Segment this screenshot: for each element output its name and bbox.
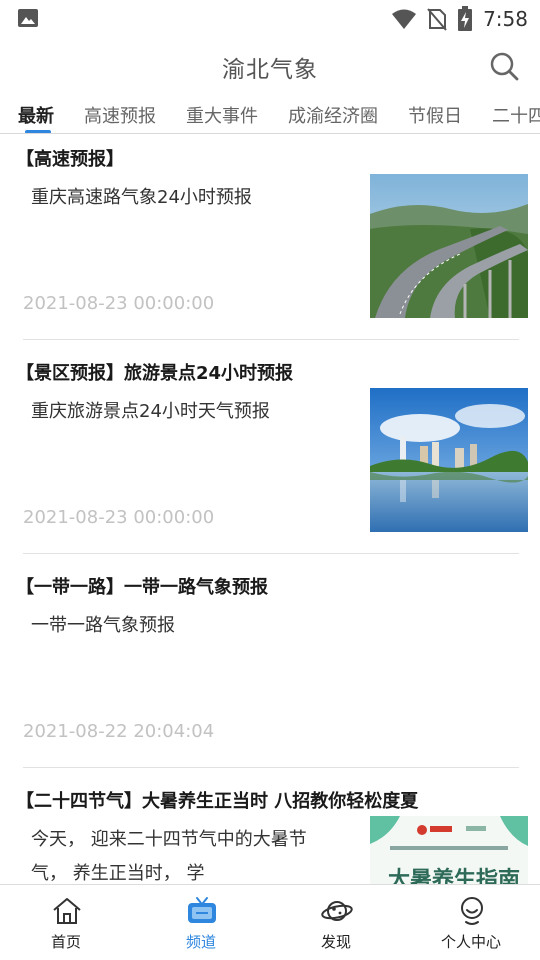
tab-highway-forecast[interactable]: 高速预报 — [84, 102, 156, 128]
planet-icon — [321, 901, 353, 921]
news-summary: 一带一路气象预报 — [31, 615, 175, 636]
active-tab-indicator — [25, 130, 51, 133]
divider — [23, 553, 519, 554]
tab-major-events[interactable]: 重大事件 — [186, 102, 258, 128]
news-item[interactable]: 【一带一路】一带一路气象预报 一带一路气象预报 2021-08-22 20:04… — [0, 563, 540, 768]
news-title: 【景区预报】旅游景点24小时预报 — [16, 363, 294, 384]
nav-profile-label: 个人中心 — [440, 933, 501, 951]
news-summary: 重庆旅游景点24小时天气预报 — [31, 401, 270, 422]
bottom-navigation: 首页 频道 发现 个人中心 — [0, 884, 540, 960]
wifi-icon — [392, 9, 417, 29]
news-list[interactable]: 【高速预报】 重庆高速路气象24小时预报 2021-08-23 00:00:00… — [0, 135, 540, 885]
news-title: 【一带一路】一带一路气象预报 — [16, 577, 268, 598]
nav-home[interactable]: 首页 — [21, 885, 111, 960]
nav-channels[interactable]: 频道 — [156, 885, 246, 960]
tv-channel-icon — [188, 897, 216, 923]
poster-heading: 大暑养生指南 — [388, 868, 521, 885]
divider — [23, 339, 519, 340]
news-item[interactable]: 【二十四节气】大暑养生正当时 八招教你轻松度夏 今天， 迎来二十四节气中的大暑节… — [0, 777, 540, 885]
highway-thumbnail — [370, 174, 528, 318]
divider — [23, 767, 519, 768]
news-item[interactable]: 【景区预报】旅游景点24小时预报 重庆旅游景点24小时天气预报 2021-08-… — [0, 349, 540, 554]
search-icon[interactable] — [488, 50, 520, 82]
channel-tabs: 最新 高速预报 重大事件 成渝经济圈 节假日 二十四 — [0, 96, 540, 134]
news-summary: 重庆高速路气象24小时预报 — [31, 187, 252, 208]
tab-chengyu-economic-circle[interactable]: 成渝经济圈 — [288, 102, 378, 128]
news-date: 2021-08-22 20:04:04 — [23, 721, 215, 742]
gallery-icon — [18, 9, 38, 27]
tab-solar-terms[interactable]: 二十四 — [492, 102, 540, 128]
tab-holidays[interactable]: 节假日 — [408, 102, 462, 128]
nav-profile[interactable]: 个人中心 — [426, 885, 516, 960]
status-bar: 7:58 — [0, 0, 540, 38]
nav-discover[interactable]: 发现 — [291, 885, 381, 960]
home-icon — [53, 898, 81, 924]
news-title: 【高速预报】 — [16, 149, 124, 170]
user-icon — [461, 897, 483, 925]
tab-latest[interactable]: 最新 — [18, 102, 54, 128]
news-summary: 今天， 迎来二十四节气中的大暑节 气， 养生正当时， 学 — [31, 823, 351, 885]
health-guide-thumbnail: 大暑养生指南 — [370, 816, 528, 885]
news-item[interactable]: 【高速预报】 重庆高速路气象24小时预报 2021-08-23 00:00:00 — [0, 135, 540, 340]
app-header: 渝北气象 — [0, 38, 540, 94]
nav-discover-label: 发现 — [320, 933, 351, 951]
city-lake-thumbnail — [370, 388, 528, 532]
battery-charging-icon — [458, 6, 473, 31]
news-date: 2021-08-23 00:00:00 — [23, 293, 215, 314]
clock: 7:58 — [483, 7, 528, 31]
no-sim-icon — [427, 8, 447, 31]
page-title: 渝北气象 — [222, 57, 318, 83]
news-title: 【二十四节气】大暑养生正当时 八招教你轻松度夏 — [16, 791, 419, 812]
news-summary-line: 今天， 迎来二十四节气中的大暑节 — [31, 829, 307, 850]
news-summary-line: 气， 养生正当时， 学 — [31, 863, 205, 884]
news-date: 2021-08-23 00:00:00 — [23, 507, 215, 528]
nav-home-label: 首页 — [50, 933, 81, 951]
nav-channels-label: 频道 — [185, 933, 216, 951]
